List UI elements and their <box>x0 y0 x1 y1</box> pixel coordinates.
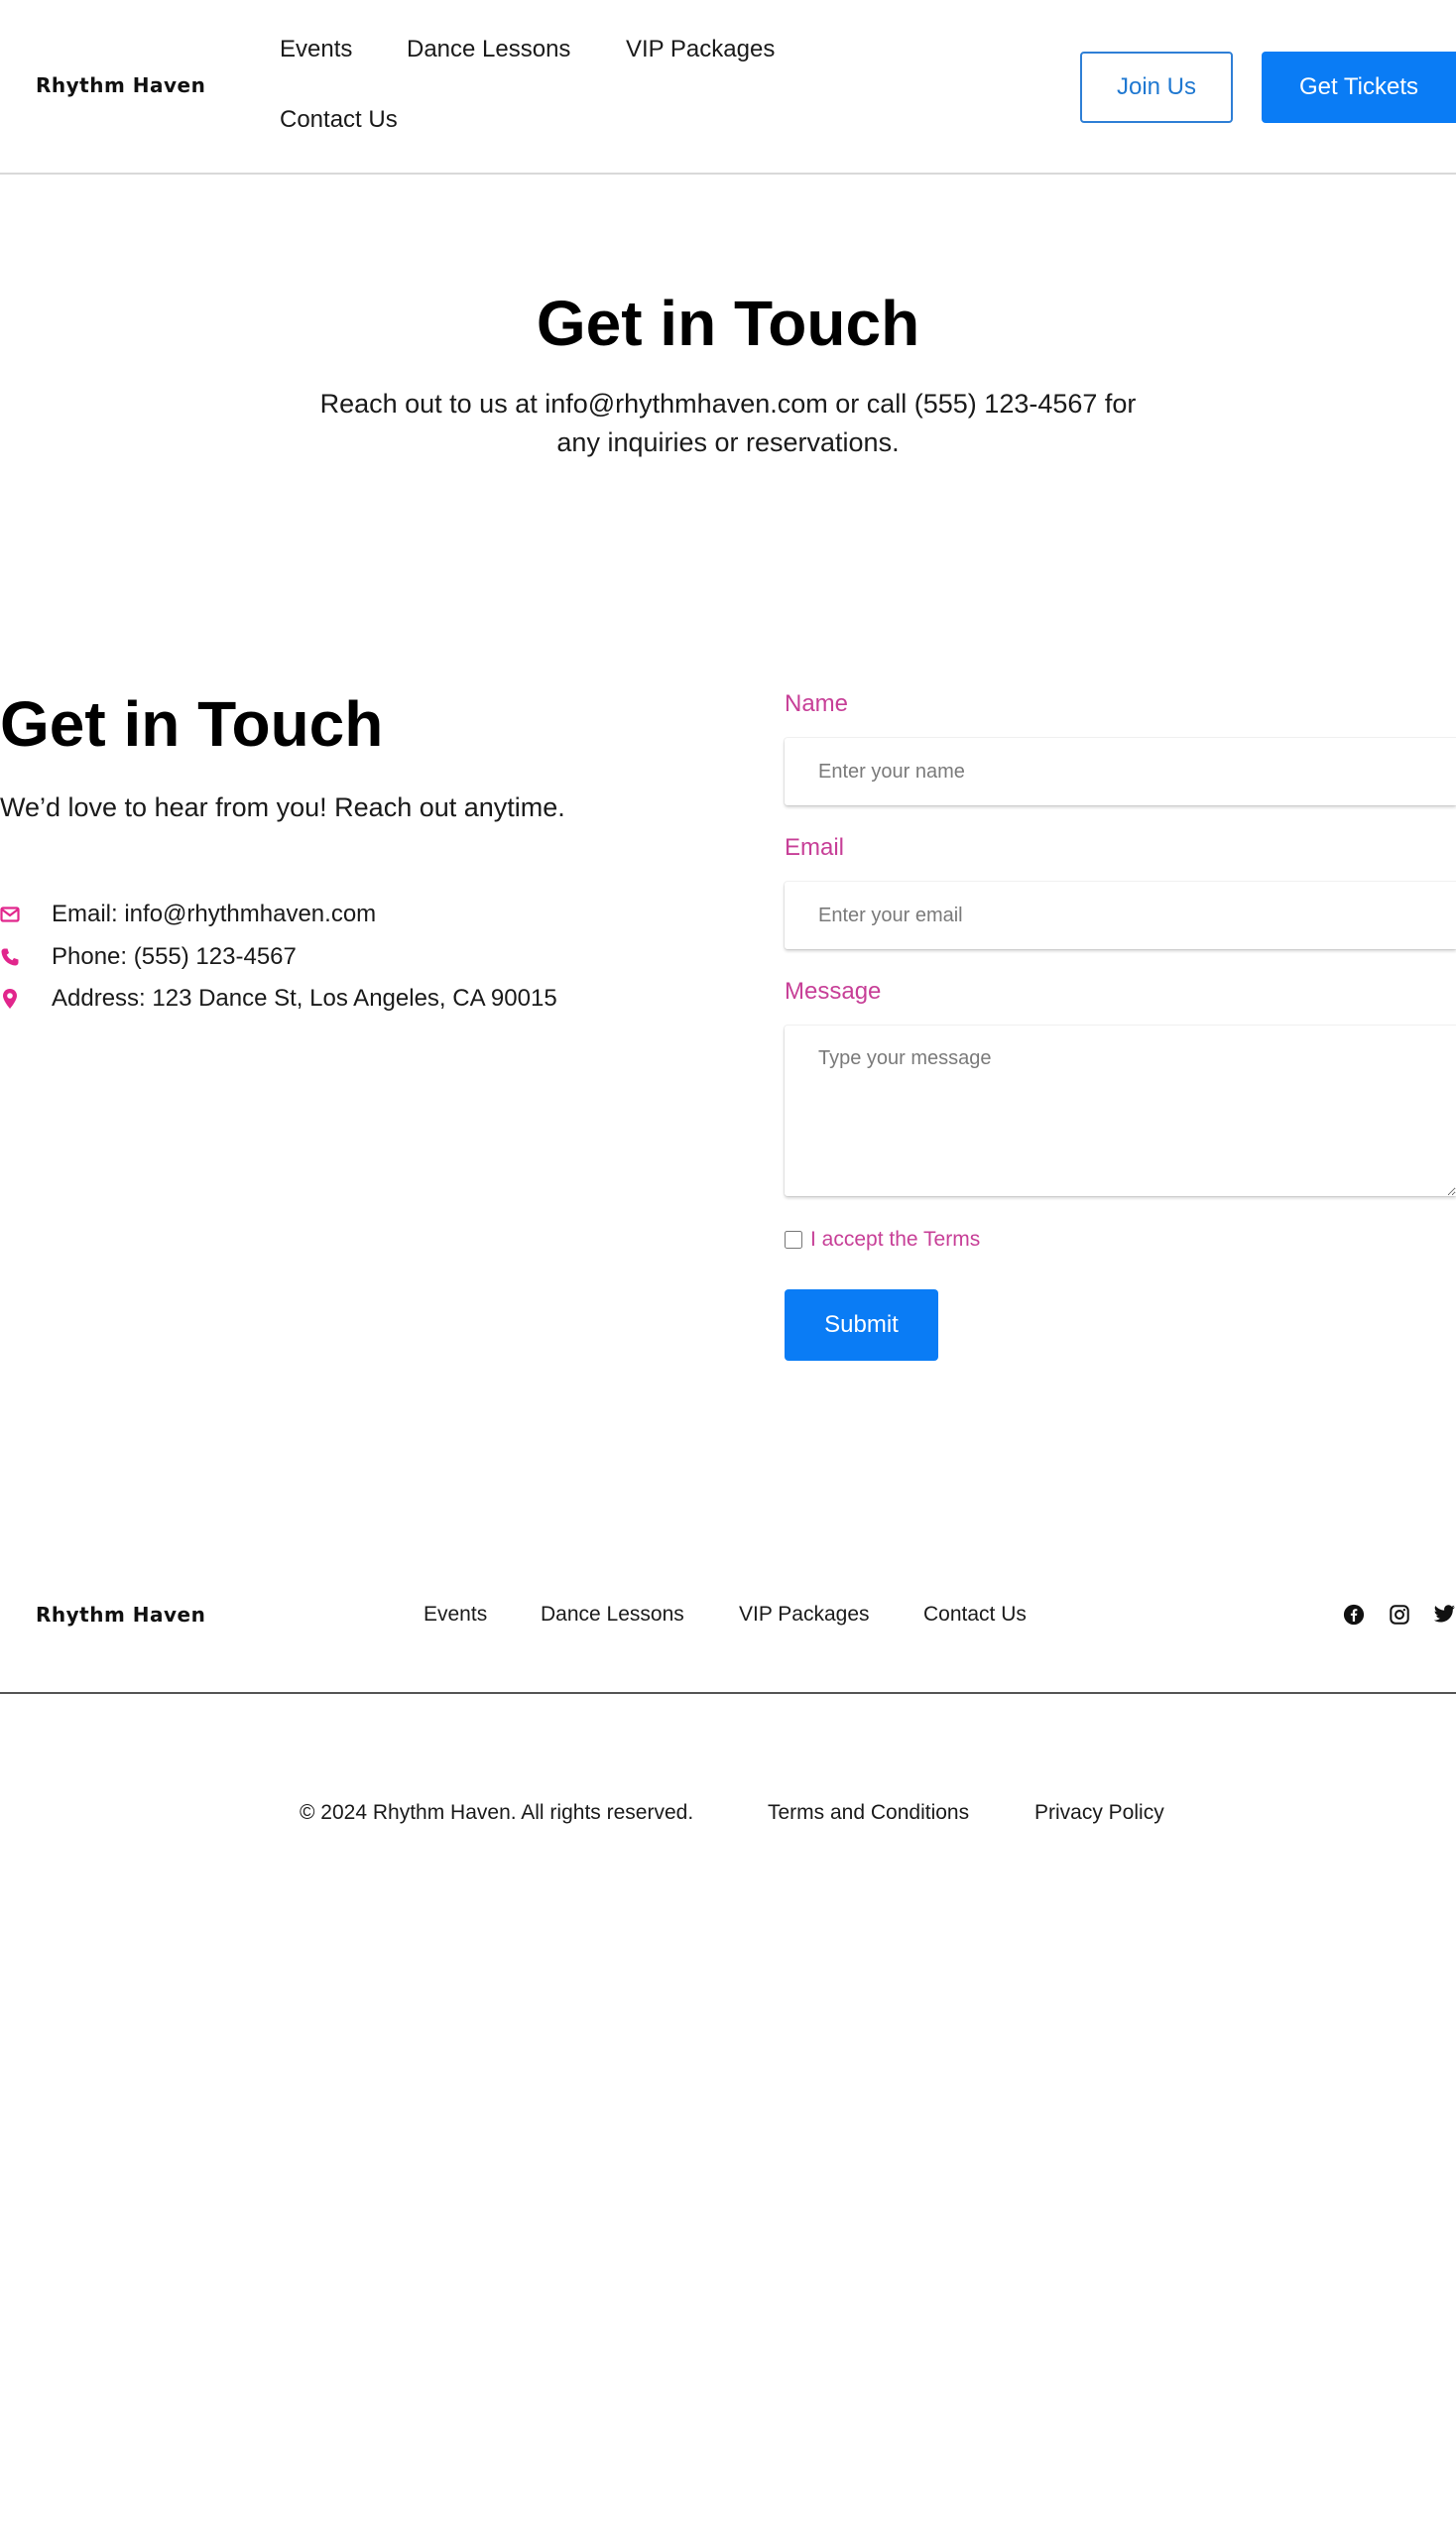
email-label: Email <box>785 834 845 861</box>
nav-link-contact-us[interactable]: Contact Us <box>280 106 398 134</box>
terms-and-conditions-link[interactable]: Terms and Conditions <box>768 1801 969 1825</box>
name-label: Name <box>785 690 849 717</box>
terms-label[interactable]: I accept the Terms <box>810 1228 980 1252</box>
map-pin-icon <box>0 987 20 1011</box>
site-header: Rhythm Haven Events Dance Lessons VIP Pa… <box>0 0 1456 175</box>
contact-address-row: Address: 123 Dance St, Los Angeles, CA 9… <box>0 981 557 1017</box>
twitter-icon[interactable] <box>1432 1603 1456 1627</box>
footer-link-vip-packages[interactable]: VIP Packages <box>739 1603 870 1627</box>
privacy-policy-link[interactable]: Privacy Policy <box>1034 1801 1164 1825</box>
nav-link-dance-lessons[interactable]: Dance Lessons <box>407 36 570 63</box>
copyright-text: © 2024 Rhythm Haven. All rights reserved… <box>300 1801 694 1824</box>
footer-logo[interactable]: Rhythm Haven <box>36 1603 205 1627</box>
terms-checkbox[interactable] <box>785 1231 802 1249</box>
footer-link-contact-us[interactable]: Contact Us <box>923 1603 1027 1627</box>
email-input[interactable] <box>785 882 1456 949</box>
terms-row: I accept the Terms <box>785 1228 980 1252</box>
footer-link-dance-lessons[interactable]: Dance Lessons <box>541 1603 684 1627</box>
phone-icon <box>0 945 20 969</box>
hero-title: Get in Touch <box>536 288 920 359</box>
facebook-icon[interactable] <box>1342 1603 1366 1627</box>
contact-address-text: Address: 123 Dance St, Los Angeles, CA 9… <box>52 985 557 1012</box>
contact-phone-text: Phone: (555) 123-4567 <box>52 943 297 970</box>
message-label: Message <box>785 978 882 1005</box>
contact-phone-row: Phone: (555) 123-4567 <box>0 939 297 975</box>
message-textarea[interactable] <box>785 1026 1456 1196</box>
get-tickets-button[interactable]: Get Tickets <box>1262 52 1456 123</box>
name-input[interactable] <box>785 738 1456 805</box>
footer-link-events[interactable]: Events <box>424 1603 487 1627</box>
envelope-icon <box>0 903 20 926</box>
contact-title: Get in Touch <box>0 688 384 760</box>
site-logo[interactable]: Rhythm Haven <box>36 73 205 97</box>
contact-email-row: Email: info@rhythmhaven.com <box>0 897 376 932</box>
join-us-button[interactable]: Join Us <box>1080 52 1233 123</box>
contact-email-text: Email: info@rhythmhaven.com <box>52 901 377 927</box>
instagram-icon[interactable] <box>1388 1603 1411 1627</box>
contact-subtitle: We’d love to hear from you! Reach out an… <box>0 792 565 822</box>
nav-link-vip-packages[interactable]: VIP Packages <box>626 36 775 63</box>
nav-link-events[interactable]: Events <box>280 36 352 63</box>
hero-subtitle: Reach out to us at info@rhythmhaven.com … <box>319 389 1137 457</box>
submit-button[interactable]: Submit <box>785 1289 938 1361</box>
footer-top: Rhythm Haven Events Dance Lessons VIP Pa… <box>0 1547 1456 1694</box>
